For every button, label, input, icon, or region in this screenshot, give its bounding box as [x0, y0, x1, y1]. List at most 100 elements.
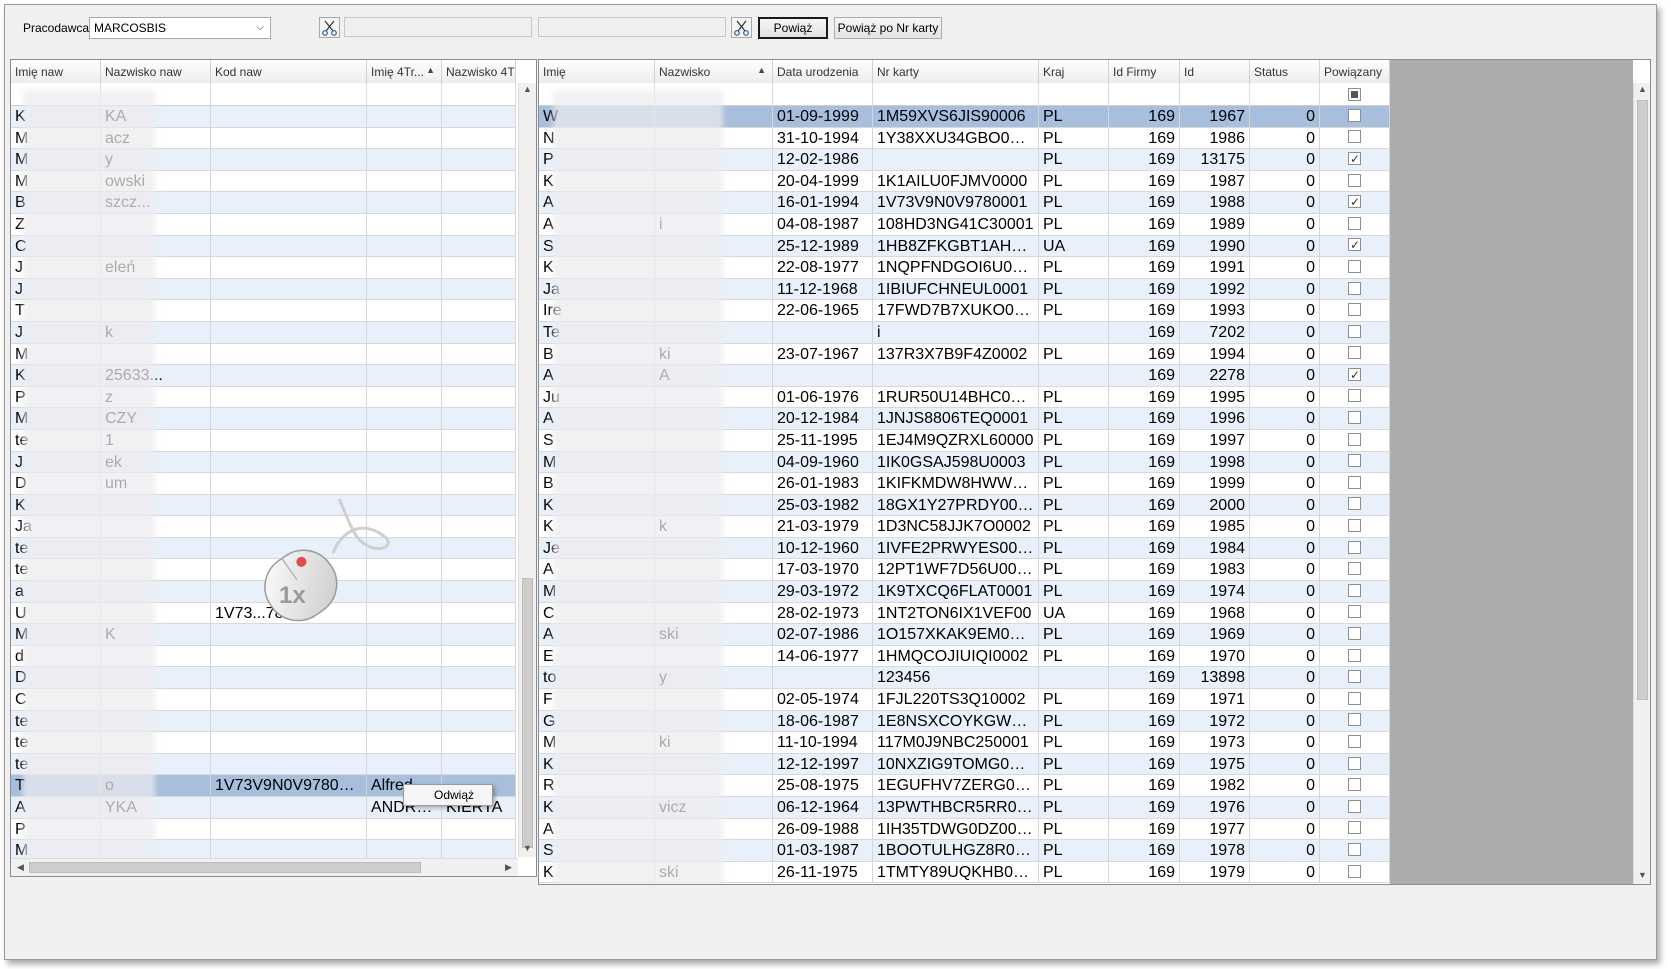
table-cell[interactable]: 0	[1250, 840, 1320, 861]
table-cell[interactable]: 169	[1109, 278, 1180, 300]
linked-checkbox[interactable]	[1348, 281, 1361, 295]
table-cell[interactable]	[442, 732, 516, 753]
table-cell[interactable]: 0	[1250, 149, 1320, 170]
table-cell[interactable]: 1IH35TDWG0DZ0001	[873, 818, 1039, 840]
table-cell[interactable]	[1320, 257, 1390, 278]
table-cell[interactable]: 169	[1109, 559, 1180, 581]
table-cell[interactable]	[1320, 451, 1390, 473]
table-cell[interactable]: PL	[1039, 408, 1109, 429]
table-cell[interactable]	[211, 213, 367, 235]
table-cell[interactable]	[1320, 861, 1390, 883]
table-cell[interactable]	[442, 710, 516, 732]
table-cell[interactable]: 1BOOTULHGZ8R0000	[873, 840, 1039, 861]
right-employees-grid[interactable]: Imię Nazwisko ▲ Data urodzenia Nr karty Kraj I…	[538, 59, 1651, 885]
filter-checkbox[interactable]	[1348, 87, 1361, 101]
table-cell[interactable]: UA	[1039, 235, 1109, 257]
table-cell[interactable]	[1320, 732, 1390, 753]
linked-checkbox[interactable]	[1348, 303, 1361, 317]
filter-cell[interactable]	[367, 83, 442, 105]
linked-checkbox[interactable]	[1348, 670, 1361, 684]
table-cell[interactable]: 1M59XVS6JIS90006	[873, 106, 1039, 127]
table-cell[interactable]: 169	[1109, 645, 1180, 667]
table-cell[interactable]: 21-03-1979	[773, 516, 873, 537]
table-cell[interactable]: PL	[1039, 537, 1109, 559]
filter-cell[interactable]	[873, 83, 1039, 105]
table-cell[interactable]: 108HD3NG41C30001	[873, 213, 1039, 235]
table-cell[interactable]: 2278	[1180, 365, 1250, 386]
linked-checkbox[interactable]	[1348, 130, 1361, 144]
table-cell[interactable]: 20-04-1999	[773, 170, 873, 192]
table-cell[interactable]: 169	[1109, 235, 1180, 257]
table-cell[interactable]: 169	[1109, 192, 1180, 213]
table-cell[interactable]: 14-06-1977	[773, 645, 873, 667]
table-cell[interactable]	[1320, 624, 1390, 645]
filter-cell[interactable]	[211, 83, 367, 105]
table-cell[interactable]	[442, 278, 516, 300]
table-cell[interactable]: UA	[1039, 602, 1109, 624]
scroll-up-icon[interactable]: ▲	[520, 84, 535, 94]
scroll-left-icon[interactable]: ◀	[13, 862, 28, 873]
table-cell[interactable]: 1974	[1180, 581, 1250, 602]
table-cell[interactable]	[442, 213, 516, 235]
left-vscroll-thumb[interactable]	[522, 578, 533, 848]
table-cell[interactable]: 1984	[1180, 537, 1250, 559]
table-cell[interactable]	[211, 127, 367, 149]
table-cell[interactable]	[1320, 818, 1390, 840]
table-cell[interactable]: 169	[1109, 170, 1180, 192]
table-cell[interactable]: 1HMQCOJIUIQI0002	[873, 645, 1039, 667]
table-cell[interactable]	[442, 559, 516, 581]
table-cell[interactable]: 0	[1250, 861, 1320, 883]
left-filter-textbox[interactable]	[344, 17, 532, 37]
column-header[interactable]: Imię 4Tr... ▲	[367, 60, 442, 83]
table-cell[interactable]: PL	[1039, 624, 1109, 645]
table-cell[interactable]	[442, 581, 516, 602]
table-cell[interactable]	[1320, 645, 1390, 667]
table-cell[interactable]: 1987	[1180, 170, 1250, 192]
right-filter-textbox[interactable]	[538, 17, 726, 37]
table-cell[interactable]: 1Y38XXU34GBO0001	[873, 127, 1039, 149]
linked-checkbox[interactable]	[1348, 821, 1361, 835]
table-cell[interactable]: 1EJ4M9QZRXL60000	[873, 429, 1039, 451]
table-cell[interactable]: 0	[1250, 710, 1320, 732]
linked-checkbox[interactable]	[1348, 432, 1361, 446]
table-cell[interactable]: 7202	[1180, 321, 1250, 343]
table-cell[interactable]: PL	[1039, 300, 1109, 321]
table-cell[interactable]: 0	[1250, 473, 1320, 494]
table-cell[interactable]: 1TMTY89UQKHB0003	[873, 861, 1039, 883]
table-cell[interactable]: PL	[1039, 797, 1109, 818]
table-cell[interactable]: PL	[1039, 494, 1109, 516]
linked-checkbox[interactable]	[1348, 497, 1361, 511]
table-cell[interactable]	[1320, 537, 1390, 559]
linked-checkbox[interactable]	[1348, 389, 1361, 403]
table-cell[interactable]: 0	[1250, 818, 1320, 840]
table-cell[interactable]: 169	[1109, 624, 1180, 645]
table-cell[interactable]: 1967	[1180, 106, 1250, 127]
table-cell[interactable]: PL	[1039, 645, 1109, 667]
table-cell[interactable]	[211, 818, 367, 840]
table-cell[interactable]	[367, 192, 442, 213]
table-cell[interactable]: 1NT2TON6IX1VEF00	[873, 602, 1039, 624]
filter-cell[interactable]	[442, 83, 516, 105]
table-cell[interactable]: PL	[1039, 753, 1109, 775]
table-cell[interactable]: 169	[1109, 127, 1180, 149]
table-cell[interactable]: 1995	[1180, 386, 1250, 408]
table-cell[interactable]	[1320, 170, 1390, 192]
linked-checkbox[interactable]	[1348, 192, 1361, 212]
table-cell[interactable]: 1JNJS8806TEQ0001	[873, 408, 1039, 429]
table-cell[interactable]	[1320, 213, 1390, 235]
table-cell[interactable]: 0	[1250, 559, 1320, 581]
table-cell[interactable]	[1320, 106, 1390, 127]
table-cell[interactable]: 1990	[1180, 235, 1250, 257]
table-cell[interactable]: 1989	[1180, 213, 1250, 235]
table-cell[interactable]	[442, 689, 516, 710]
table-cell[interactable]: 1V73V9N0V9780001	[211, 775, 367, 796]
table-cell[interactable]: 0	[1250, 213, 1320, 235]
table-cell[interactable]	[442, 624, 516, 645]
table-cell[interactable]	[442, 170, 516, 192]
table-cell[interactable]	[367, 300, 442, 321]
table-cell[interactable]	[1320, 127, 1390, 149]
table-cell[interactable]	[211, 365, 367, 386]
column-header[interactable]: Nr karty	[873, 60, 1039, 83]
scissors-clear-left-button[interactable]	[319, 17, 340, 38]
linked-checkbox[interactable]	[1348, 799, 1361, 813]
